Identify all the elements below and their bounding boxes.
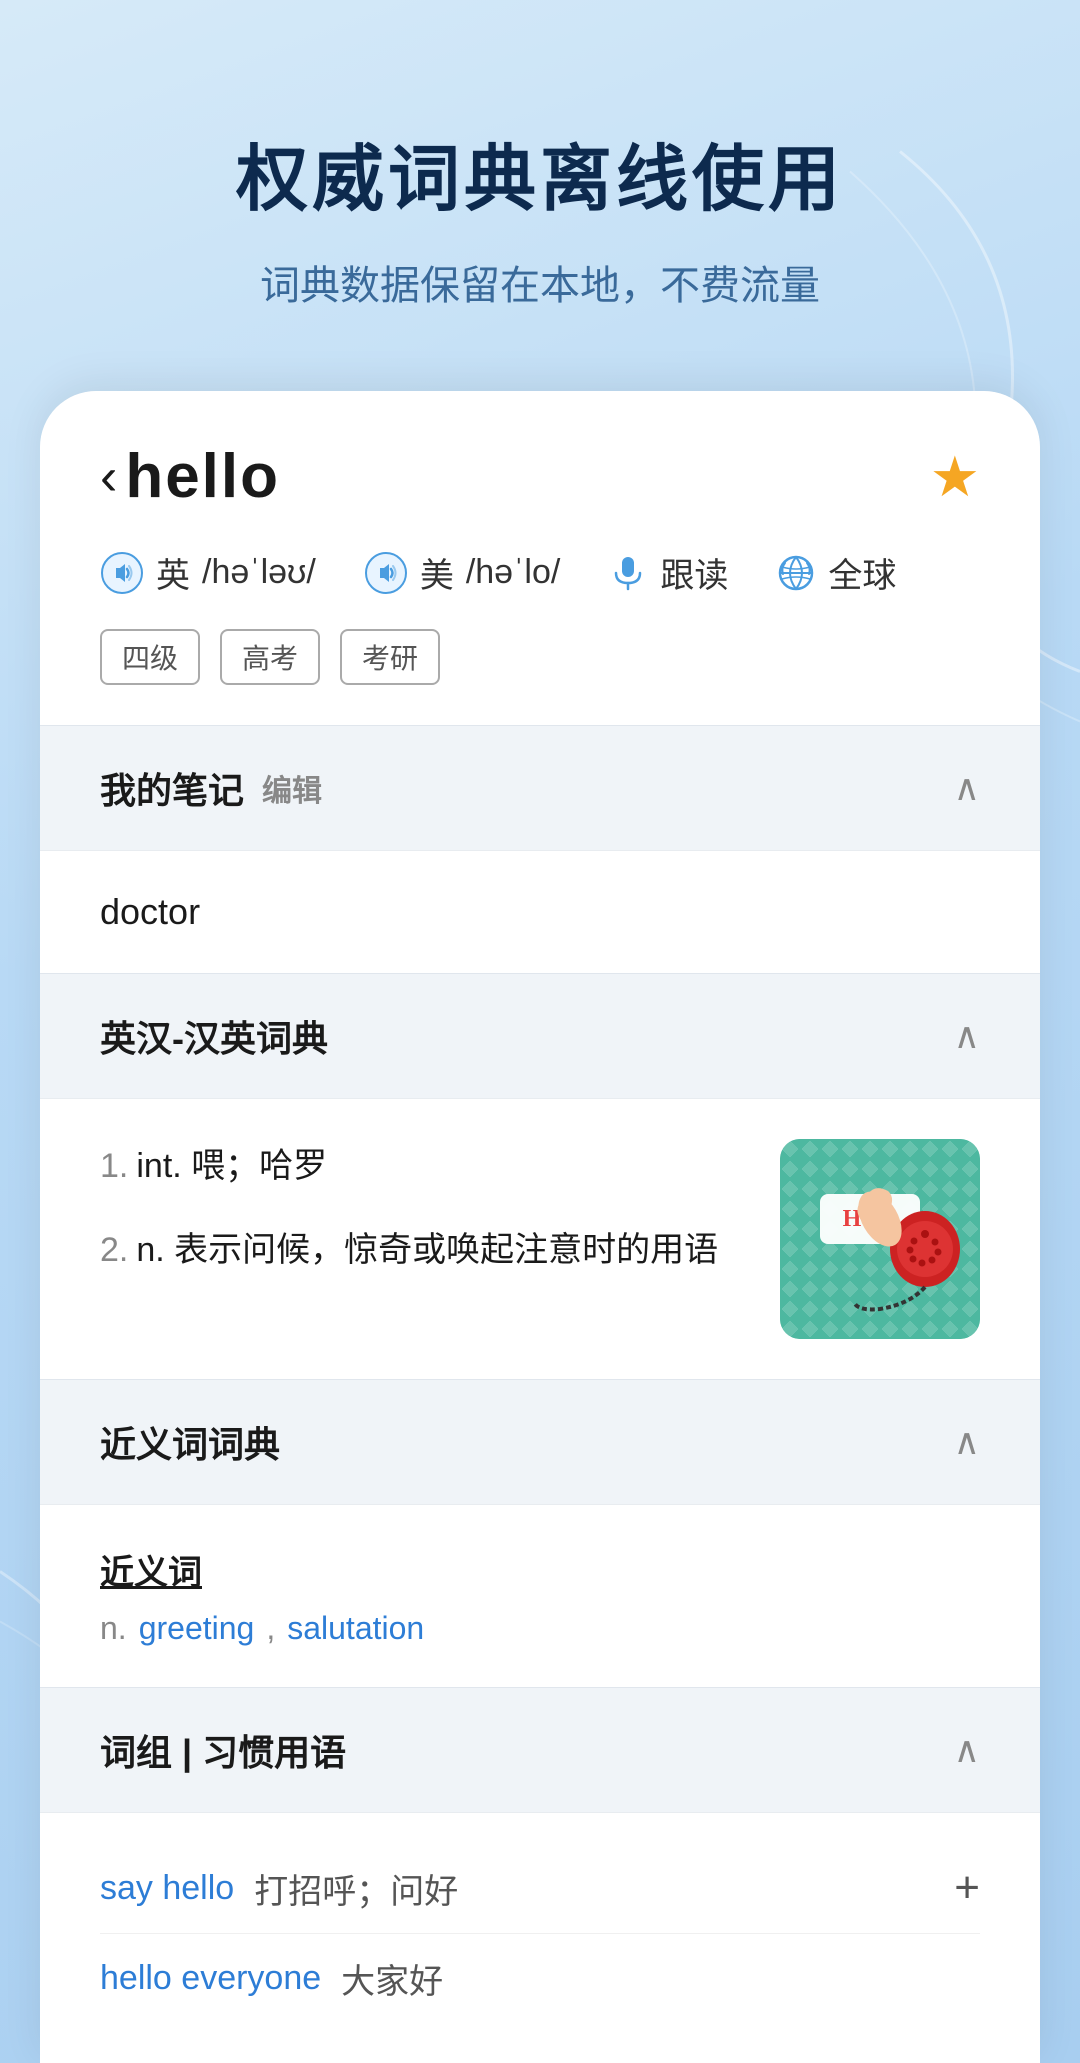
british-speaker-icon[interactable] xyxy=(100,551,144,595)
phrase-word-2[interactable]: hello everyone xyxy=(100,1959,321,1998)
british-pronunciation[interactable]: 英 /həˈləʊ/ xyxy=(100,548,316,597)
british-phonetic: /həˈləʊ/ xyxy=(202,553,316,592)
pronunciation-row: 英 /həˈləʊ/ 美 /həˈlo/ 跟读 xyxy=(100,548,980,597)
synonyms-label: 近义词 xyxy=(100,1545,980,1594)
definition-2: 2.n. 表示问候，惊奇或唤起注意时的用语 xyxy=(100,1223,740,1277)
def-num-1: 1. xyxy=(100,1147,128,1185)
phrases-content: say hello 打招呼；问好 + hello everyone 大家好 xyxy=(40,1813,1040,2063)
follow-read-label: 跟读 xyxy=(660,548,728,597)
notes-edit-button[interactable]: 编辑 xyxy=(262,766,322,810)
notes-section-header[interactable]: 我的笔记 编辑 ∧ xyxy=(40,725,1040,850)
page-main-title: 权威词典离线使用 xyxy=(60,120,1020,225)
tag-cet4: 四级 xyxy=(100,629,200,685)
synonyms-content: 近义词 n. greeting , salutation xyxy=(40,1505,1040,1687)
global-button[interactable]: 全球 xyxy=(776,548,896,597)
def-part-2: n. xyxy=(136,1231,164,1269)
synonym-salutation[interactable]: salutation xyxy=(287,1610,424,1647)
phrases-collapse-icon[interactable]: ∧ xyxy=(954,1729,980,1771)
def-part-1: int. xyxy=(136,1147,181,1185)
synonyms-pos: n. xyxy=(100,1610,127,1647)
word-display: hello xyxy=(125,441,280,512)
follow-read-button[interactable]: 跟读 xyxy=(608,548,728,597)
american-pronunciation[interactable]: 美 /həˈlo/ xyxy=(364,548,561,597)
phrase-item-2: hello everyone 大家好 xyxy=(100,1934,980,2023)
hello-illustration: Hello xyxy=(780,1139,980,1339)
page-sub-title: 词典数据保留在本地，不费流量 xyxy=(60,253,1020,311)
definitions-list: 1.int. 喂；哈罗 2.n. 表示问候，惊奇或唤起注意时的用语 xyxy=(100,1139,740,1308)
dictionary-section-header[interactable]: 英汉-汉英词典 ∧ xyxy=(40,973,1040,1098)
notes-text: doctor xyxy=(100,891,200,932)
american-speaker-icon[interactable] xyxy=(364,551,408,595)
american-phonetic: /həˈlo/ xyxy=(466,553,561,592)
phrase-meaning-1: 打招呼；问好 xyxy=(254,1864,458,1913)
notes-section-title: 我的笔记 xyxy=(100,762,244,814)
tag-kaoyan: 考研 xyxy=(340,629,440,685)
synonyms-section-header[interactable]: 近义词词典 ∧ xyxy=(40,1379,1040,1504)
synonyms-section-title: 近义词词典 xyxy=(100,1416,280,1468)
word-header: ‹ hello ★ 英 /həˈləʊ/ xyxy=(40,391,1040,725)
american-label: 美 xyxy=(420,548,454,597)
globe-icon xyxy=(776,553,816,593)
favorite-star-button[interactable]: ★ xyxy=(930,444,980,510)
definition-1: 1.int. 喂；哈罗 xyxy=(100,1139,740,1193)
dictionary-content: 1.int. 喂；哈罗 2.n. 表示问候，惊奇或唤起注意时的用语 xyxy=(40,1099,1040,1379)
exam-tags: 四级 高考 考研 xyxy=(100,629,980,685)
back-button[interactable]: ‹ xyxy=(100,447,117,507)
global-label: 全球 xyxy=(828,548,896,597)
phrase-add-button-1[interactable]: + xyxy=(954,1863,980,1913)
dictionary-section-title: 英汉-汉英词典 xyxy=(100,1010,328,1062)
def-meaning-1: 喂；哈罗 xyxy=(191,1147,327,1185)
dictionary-collapse-icon[interactable]: ∧ xyxy=(954,1015,980,1057)
synonyms-collapse-icon[interactable]: ∧ xyxy=(954,1421,980,1463)
british-label: 英 xyxy=(156,548,190,597)
mic-icon xyxy=(608,553,648,593)
phrases-section-header[interactable]: 词组 | 习惯用语 ∧ xyxy=(40,1687,1040,1812)
notes-collapse-icon[interactable]: ∧ xyxy=(954,767,980,809)
notes-content: doctor xyxy=(40,851,1040,973)
phrases-section-title: 词组 | 习惯用语 xyxy=(100,1724,346,1776)
dictionary-card: ‹ hello ★ 英 /həˈləʊ/ xyxy=(40,391,1040,2063)
phrase-word-1[interactable]: say hello xyxy=(100,1869,234,1908)
def-num-2: 2. xyxy=(100,1231,128,1269)
phrase-meaning-2: 大家好 xyxy=(341,1954,443,2003)
synonym-greeting[interactable]: greeting xyxy=(139,1610,255,1647)
synonyms-separator: , xyxy=(266,1610,275,1647)
def-meaning-2: 表示问候，惊奇或唤起注意时的用语 xyxy=(174,1231,718,1269)
tag-gaokao: 高考 xyxy=(220,629,320,685)
